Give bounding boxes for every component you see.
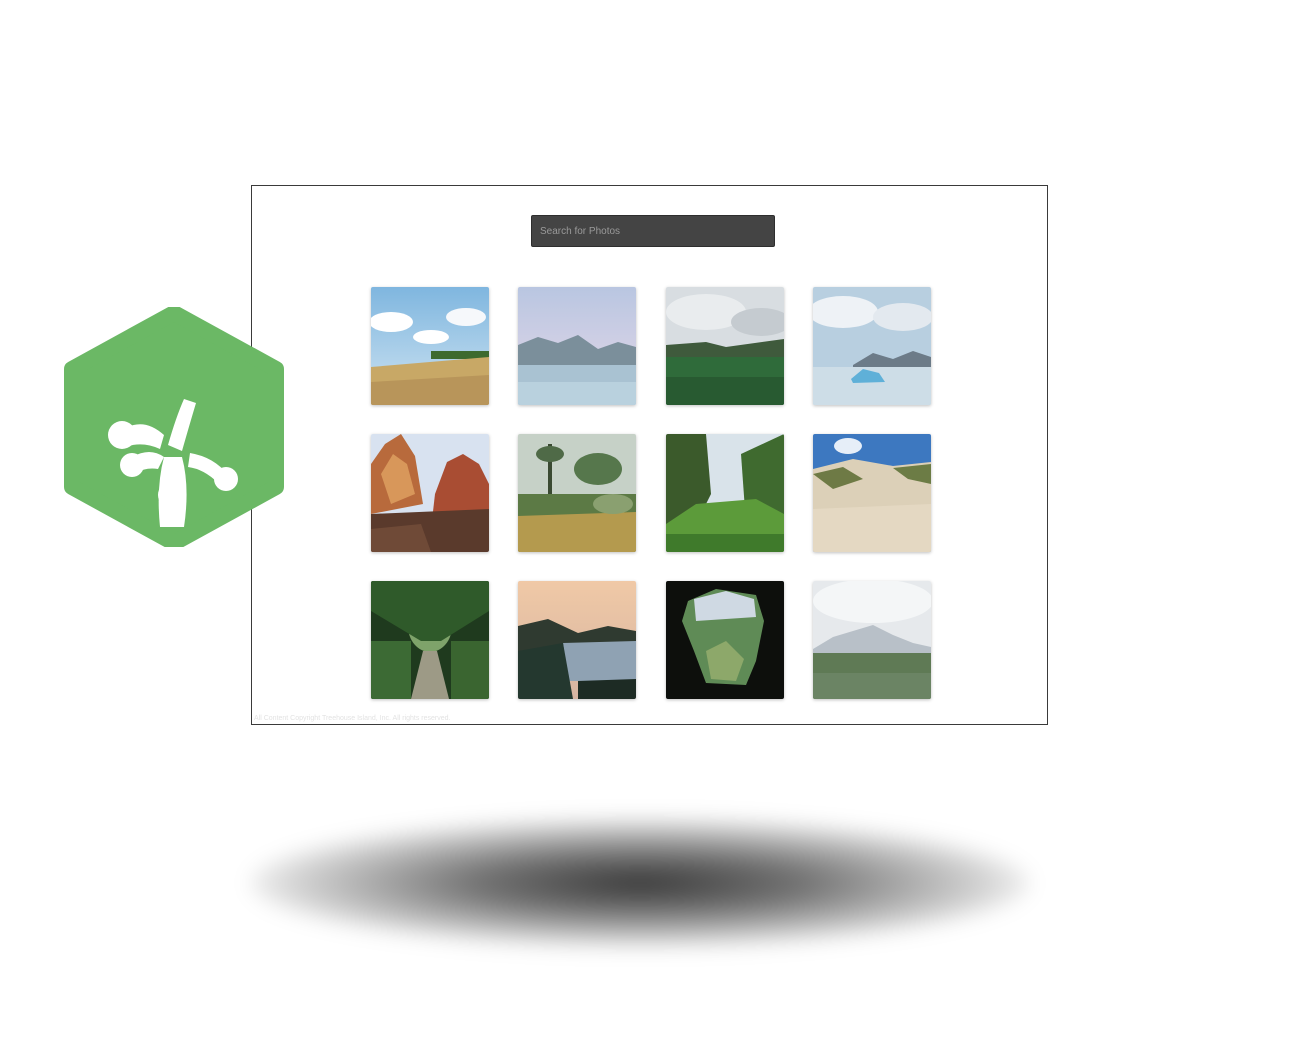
photo-glacier-lagoon <box>813 287 931 405</box>
photo-thumbnail[interactable] <box>813 434 931 552</box>
photo-thumbnail[interactable] <box>371 287 489 405</box>
photo-tropical-garden <box>518 434 636 552</box>
photo-thumbnail[interactable] <box>518 287 636 405</box>
photo-thumbnail[interactable] <box>518 581 636 699</box>
photo-thumbnail[interactable] <box>371 581 489 699</box>
photo-coastal-sunset <box>518 581 636 699</box>
photo-thumbnail[interactable] <box>518 434 636 552</box>
floating-shadow <box>250 818 1030 948</box>
photo-thumbnail[interactable] <box>666 287 784 405</box>
photo-thumbnail[interactable] <box>666 434 784 552</box>
photo-green-meadow-cloudy <box>666 287 784 405</box>
photo-thumbnail[interactable] <box>813 287 931 405</box>
photo-cave-opening <box>666 581 784 699</box>
photo-green-valley <box>666 434 784 552</box>
photo-forest-path <box>371 581 489 699</box>
photo-thumbnail[interactable] <box>813 581 931 699</box>
footer-copyright: All Content Copyright Treehouse Island, … <box>254 715 451 722</box>
photo-thumbnail[interactable] <box>666 581 784 699</box>
photo-thumbnail[interactable] <box>371 434 489 552</box>
photo-snowy-mountain-field <box>813 581 931 699</box>
search-input[interactable] <box>531 215 775 247</box>
photo-red-rock-canyon <box>371 434 489 552</box>
photo-mountain-lake <box>518 287 636 405</box>
treehouse-frog-foot-icon <box>64 307 284 547</box>
photo-wheat-field <box>371 287 489 405</box>
browser-frame: All Content Copyright Treehouse Island, … <box>251 185 1048 725</box>
photo-sand-dunes <box>813 434 931 552</box>
